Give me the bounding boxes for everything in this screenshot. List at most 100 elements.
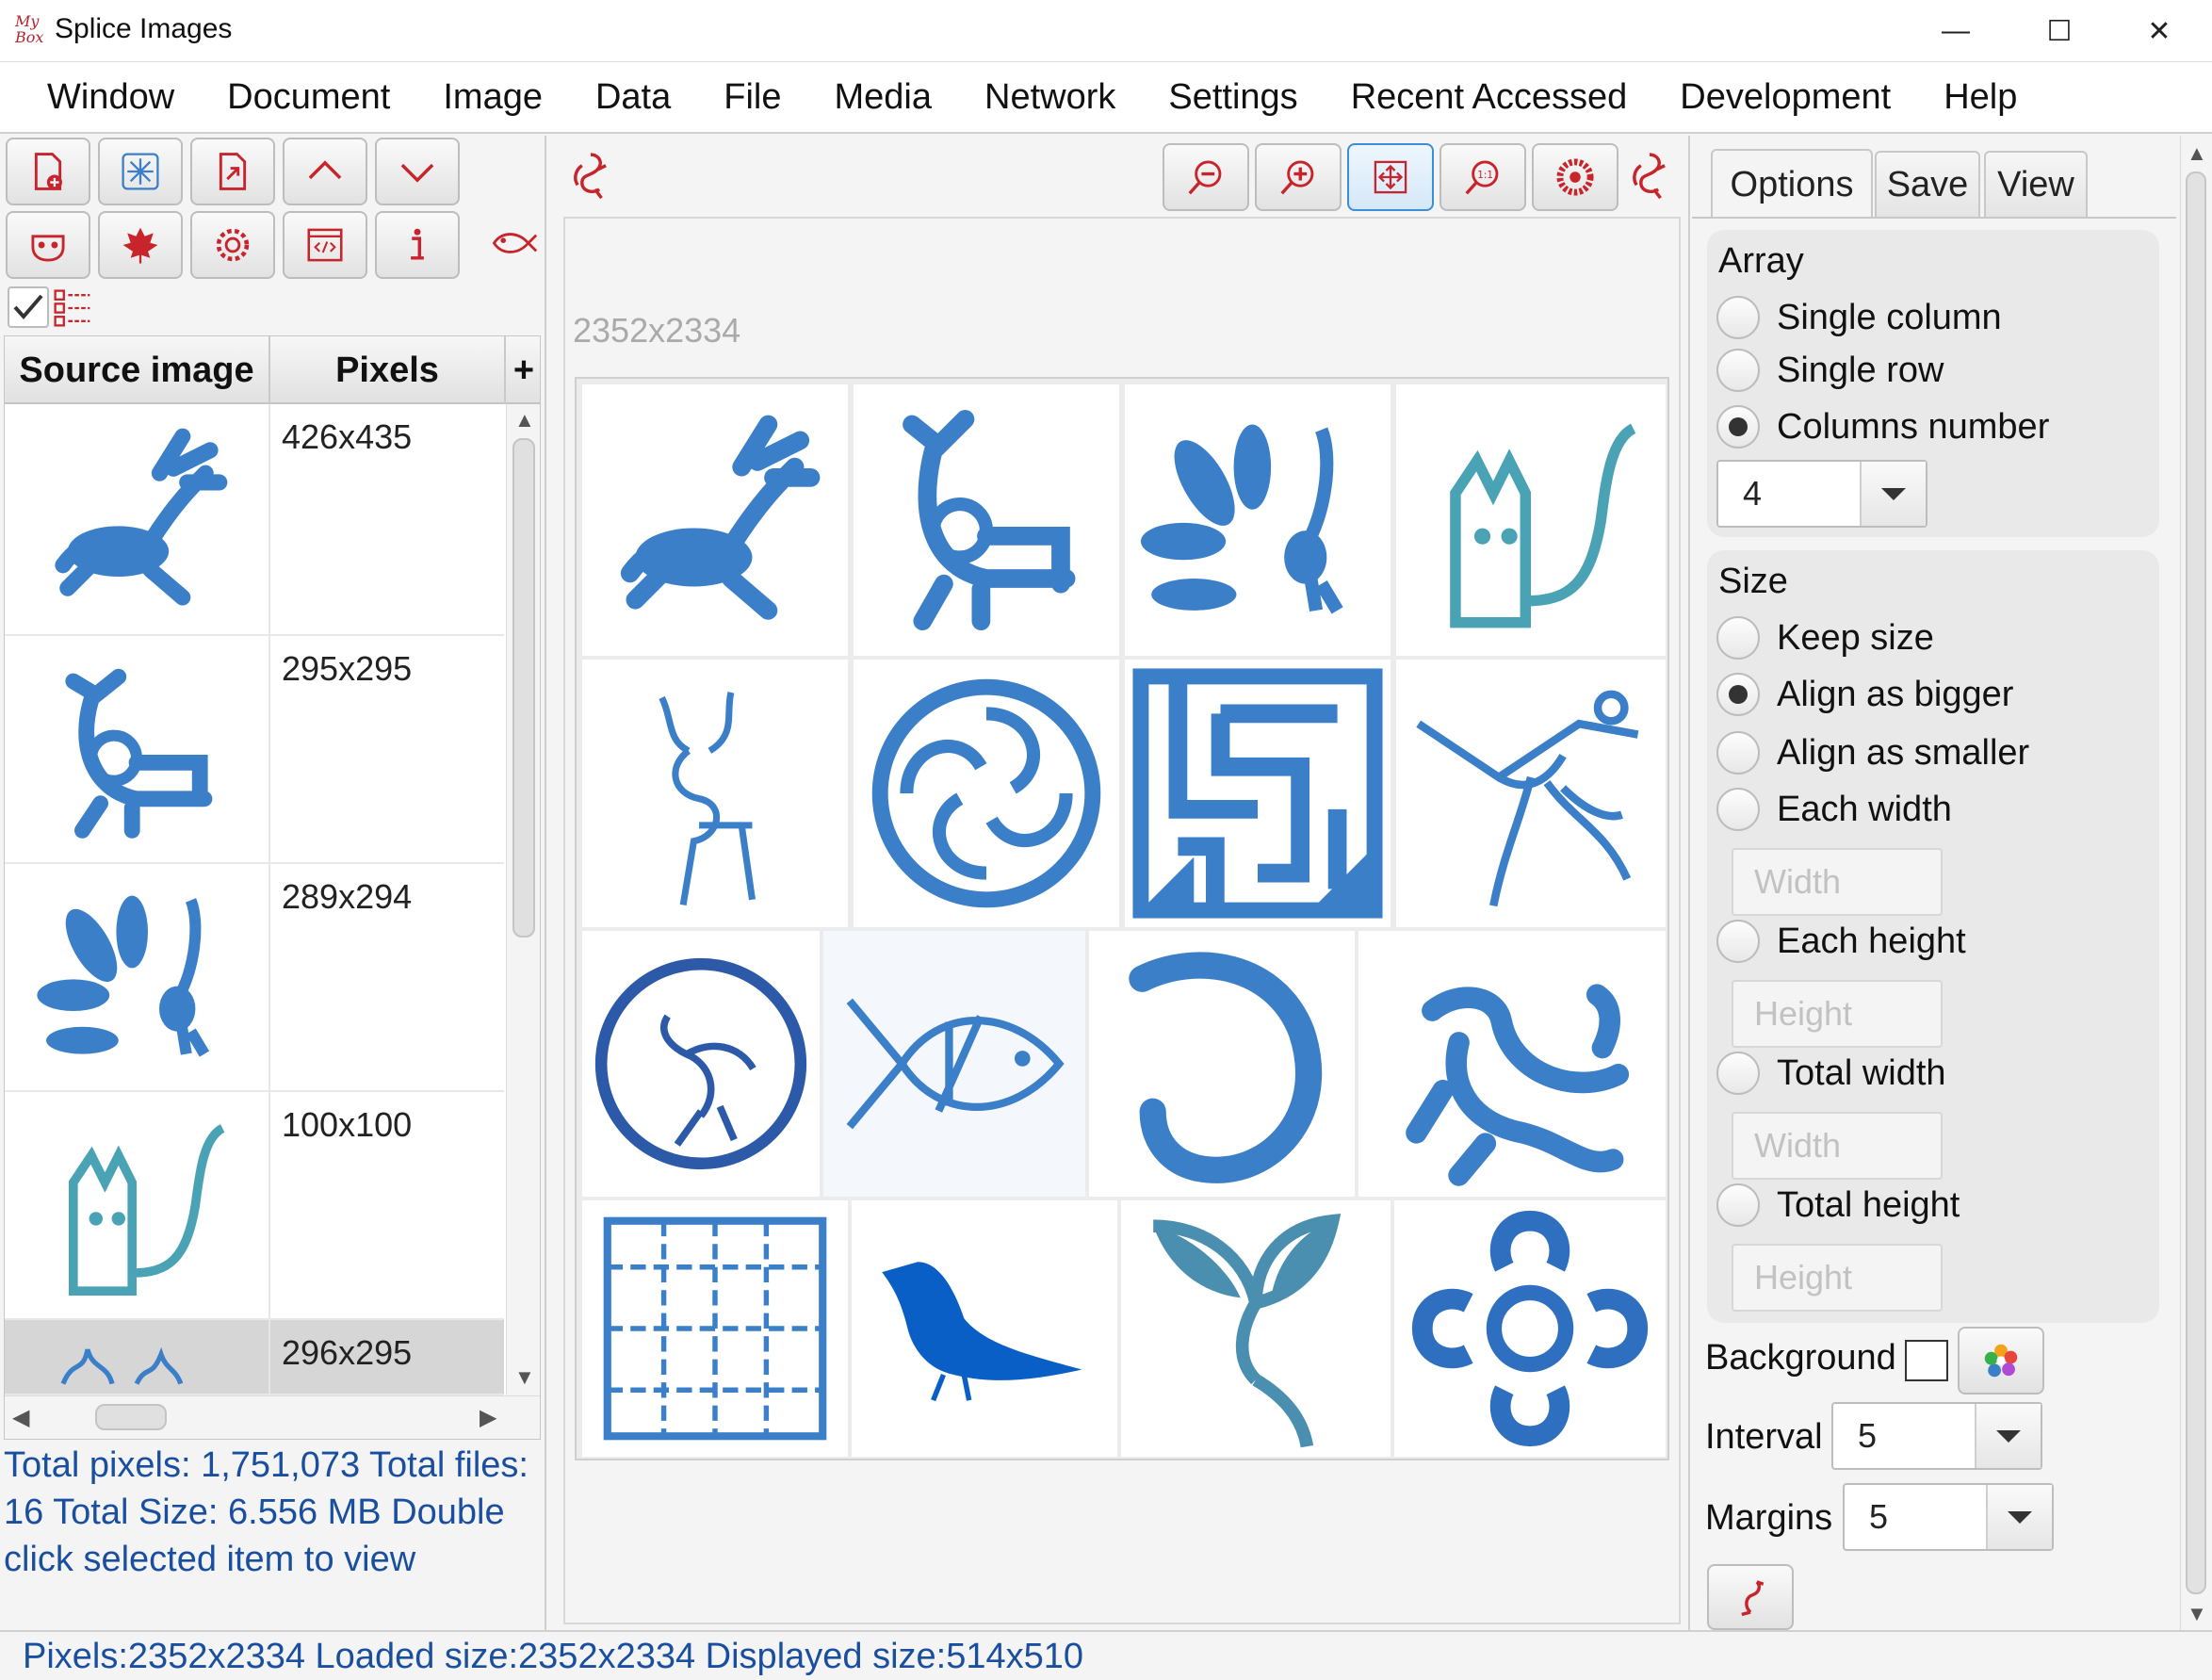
thumbnail-deer [5, 404, 270, 634]
radio-align-as-smaller[interactable]: Align as smaller [1716, 731, 2029, 775]
radio-dot[interactable] [1716, 349, 1760, 392]
add-column-button[interactable]: + [506, 336, 540, 404]
refresh-button[interactable] [1532, 143, 1618, 211]
fit-window-button[interactable] [1347, 143, 1434, 211]
menu-media[interactable]: Media [808, 77, 959, 118]
background-color-swatch[interactable] [1905, 1340, 1948, 1381]
scroll-down-icon[interactable]: ▼ [514, 1365, 535, 1390]
radio-dot[interactable] [1716, 296, 1760, 339]
radio-label: Align as bigger [1777, 674, 2014, 714]
column-source-image[interactable]: Source image [5, 336, 270, 404]
tab-view[interactable]: View [1984, 151, 2088, 217]
radio-dot[interactable] [1716, 1052, 1760, 1095]
menu-settings[interactable]: Settings [1142, 77, 1324, 118]
radio-dot[interactable] [1716, 616, 1760, 660]
scroll-up-icon[interactable]: ▲ [514, 408, 535, 432]
table-vertical-scrollbar[interactable]: ▲ ▼ [506, 404, 540, 1395]
radio-label: Each width [1777, 789, 1952, 829]
zoom-in-button[interactable] [1255, 143, 1342, 211]
radio-keep-size[interactable]: Keep size [1716, 616, 1934, 660]
table-row[interactable]: 100x100 [5, 1092, 504, 1320]
tile-deer [582, 384, 848, 656]
zoom-in-icon [1280, 160, 1314, 195]
options-vertical-scrollbar[interactable]: ▲ ▼ [2180, 136, 2212, 1630]
total-height-input[interactable]: Height [1732, 1244, 1943, 1312]
each-height-input[interactable]: Height [1732, 980, 1943, 1048]
chevron-down-icon [400, 163, 434, 183]
radio-columns-number[interactable]: Columns number [1716, 405, 2049, 449]
radio-align-as-bigger[interactable]: Align as bigger [1716, 673, 2013, 716]
menu-document[interactable]: Document [201, 77, 416, 118]
delete-button[interactable] [98, 211, 183, 279]
radio-dot-selected[interactable] [1716, 405, 1760, 449]
minimize-button[interactable]: — [1918, 8, 1993, 55]
chevron-down-icon[interactable] [1860, 462, 1926, 526]
table-row-selected[interactable]: 296x295 [5, 1320, 504, 1395]
menu-data[interactable]: Data [569, 77, 697, 118]
menu-help[interactable]: Help [1917, 77, 2043, 118]
tab-save[interactable]: Save [1875, 151, 1980, 217]
table-row[interactable]: 295x295 [5, 636, 504, 864]
source-images-table[interactable]: Source image Pixels + 426x435 295x295 28… [4, 335, 541, 1440]
each-width-input[interactable]: Width [1732, 848, 1943, 916]
info-button[interactable] [375, 211, 460, 279]
table-row[interactable]: 289x294 [5, 864, 504, 1092]
scroll-left-icon[interactable]: ◀ [12, 1404, 29, 1431]
html-button[interactable] [283, 211, 367, 279]
phoenix-icon [574, 153, 607, 200]
radio-single-column[interactable]: Single column [1716, 296, 2002, 339]
menu-image[interactable]: Image [416, 77, 569, 118]
scroll-down-icon[interactable]: ▼ [2187, 1602, 2207, 1626]
chevron-down-icon[interactable] [1975, 1404, 2041, 1468]
insert-button[interactable] [190, 138, 275, 205]
menu-file[interactable]: File [697, 77, 807, 118]
menu-network[interactable]: Network [958, 77, 1142, 118]
scroll-up-icon[interactable]: ▲ [2187, 141, 2207, 166]
menu-development[interactable]: Development [1653, 77, 1917, 118]
original-size-button[interactable]: 1:1 [1439, 143, 1526, 211]
start-button[interactable] [1707, 1564, 1794, 1630]
table-row[interactable]: 426x435 [5, 404, 504, 636]
maximize-button[interactable]: ☐ [2022, 8, 2097, 55]
clear-button[interactable] [190, 211, 275, 279]
scroll-thumb[interactable] [512, 438, 535, 938]
table-horizontal-scrollbar[interactable]: ◀ ▶ [5, 1395, 540, 1439]
select-all-checkbox[interactable] [8, 286, 49, 328]
fit-window-icon [1374, 160, 1407, 194]
radio-dot-selected[interactable] [1716, 673, 1760, 716]
chevron-down-icon[interactable] [1986, 1485, 2052, 1549]
column-pixels[interactable]: Pixels [270, 336, 506, 404]
margins-select[interactable]: 5 [1843, 1483, 2054, 1551]
radio-single-row[interactable]: Single row [1716, 349, 1944, 392]
zoom-out-button[interactable] [1163, 143, 1249, 211]
size-title: Size [1718, 562, 1788, 601]
columns-number-select[interactable]: 4 [1716, 460, 1927, 528]
scroll-thumb-horizontal[interactable] [95, 1404, 167, 1430]
radio-total-height[interactable]: Total height [1716, 1183, 1960, 1227]
total-width-input[interactable]: Width [1732, 1112, 1943, 1180]
menu-window[interactable]: Window [21, 77, 201, 118]
interval-select[interactable]: 5 [1831, 1402, 2042, 1470]
view-button[interactable] [6, 211, 90, 279]
radio-dot[interactable] [1716, 1183, 1760, 1227]
menu-recent-accessed[interactable]: Recent Accessed [1325, 77, 1654, 118]
scroll-thumb[interactable] [2186, 171, 2206, 1594]
radio-dot[interactable] [1716, 731, 1760, 775]
radio-dot[interactable] [1716, 788, 1760, 831]
move-up-button[interactable] [283, 138, 367, 205]
phoenix-icon[interactable] [1628, 147, 1671, 204]
move-down-button[interactable] [375, 138, 460, 205]
close-button[interactable]: ✕ [2122, 8, 2197, 55]
radio-each-width[interactable]: Each width [1716, 788, 1952, 831]
radio-dot[interactable] [1716, 920, 1760, 963]
mask-icon [31, 235, 65, 262]
radio-total-width[interactable]: Total width [1716, 1052, 1946, 1095]
scroll-right-icon[interactable]: ▶ [480, 1404, 496, 1431]
radio-each-height[interactable]: Each height [1716, 920, 1966, 963]
spliced-image-canvas[interactable] [575, 377, 1669, 1460]
add-file-button[interactable] [6, 138, 90, 205]
add-directory-button[interactable] [98, 138, 183, 205]
tab-options[interactable]: Options [1711, 149, 1873, 219]
color-palette-button[interactable] [1958, 1327, 2044, 1395]
tile-dragon-bird [854, 384, 1119, 656]
